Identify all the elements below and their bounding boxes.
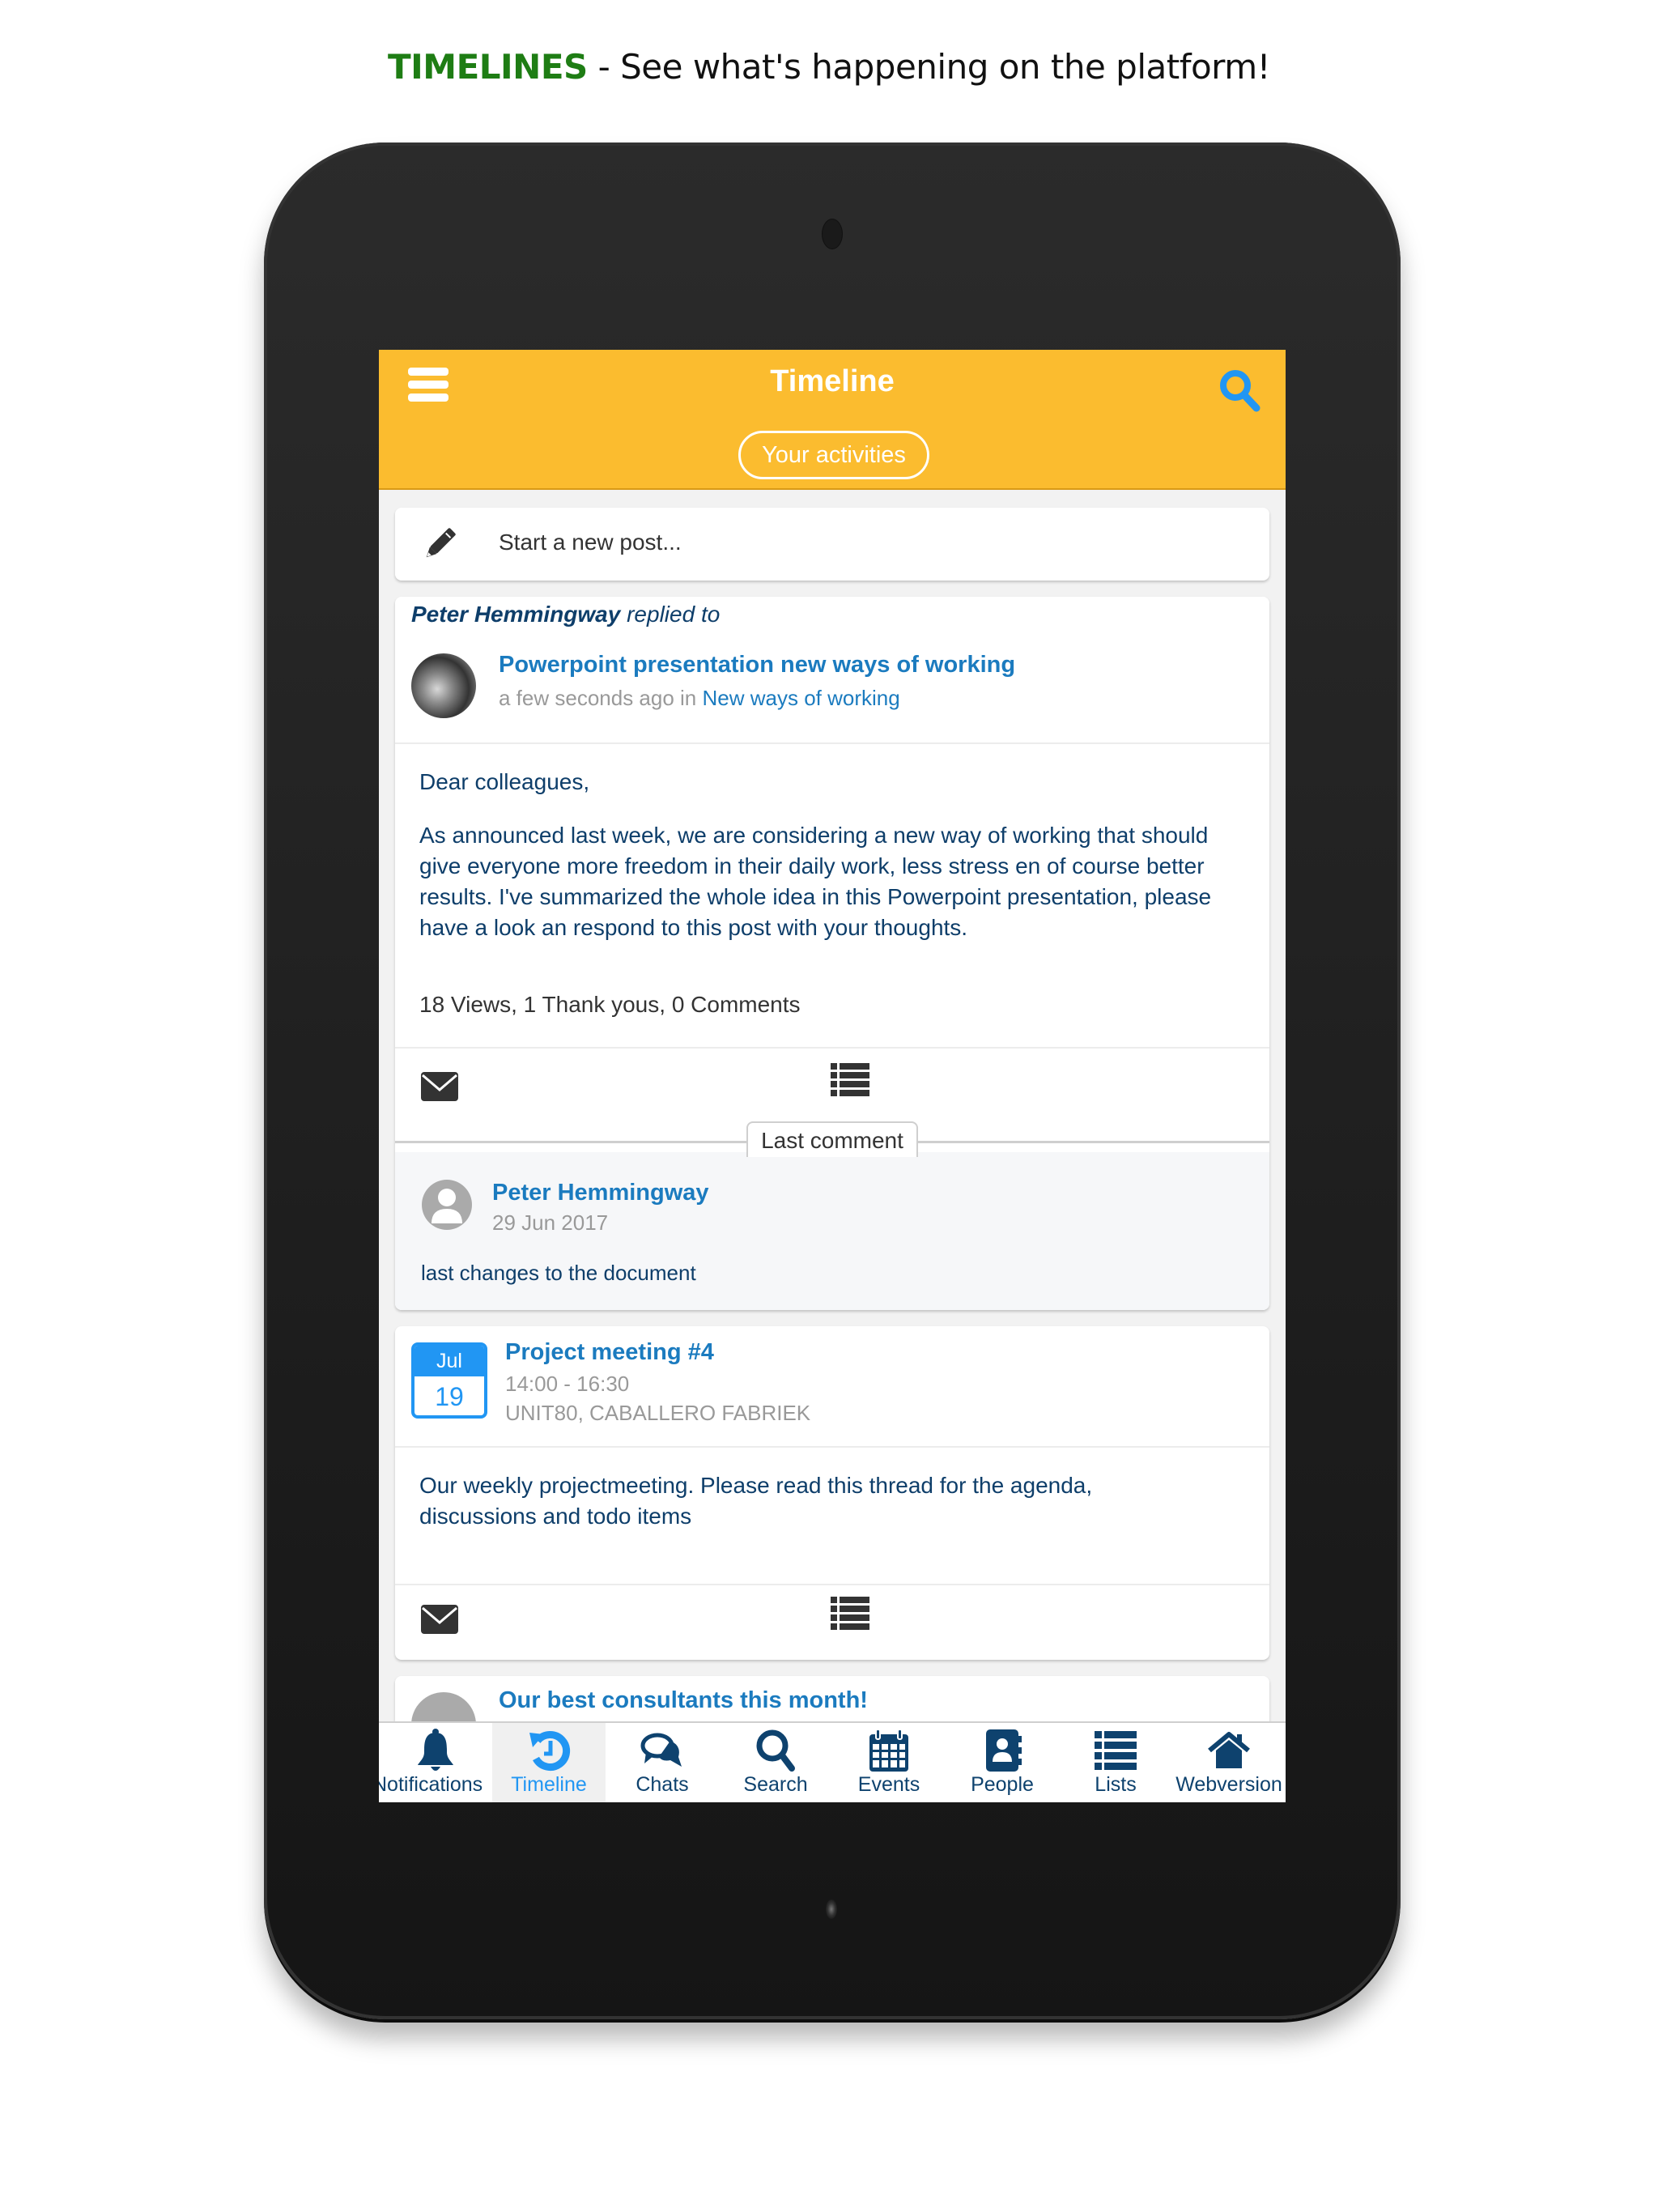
promo-heading: TIMELINES - See what's happening on the …: [0, 47, 1658, 87]
event-body: Our weekly projectmeeting. Please read t…: [419, 1473, 1093, 1529]
divider: [395, 1446, 1269, 1448]
post-card: Peter Hemmingway replied to Powerpoint p…: [395, 597, 1269, 1310]
nav-timeline[interactable]: Timeline: [492, 1723, 606, 1802]
divider: [395, 742, 1269, 744]
post-body: As announced last week, we are consideri…: [419, 823, 1212, 940]
comment-text: last changes to the document: [421, 1261, 696, 1285]
nav-label: Lists: [1095, 1773, 1137, 1796]
sensor-icon: [826, 1899, 837, 1919]
nav-webversion[interactable]: Webversion: [1172, 1723, 1286, 1802]
bell-icon: [418, 1729, 453, 1771]
camera-icon: [822, 219, 843, 249]
nav-label: Search: [743, 1773, 808, 1796]
calendar-icon: [869, 1729, 908, 1772]
nav-chats[interactable]: Chats: [606, 1723, 719, 1802]
nav-label: Events: [857, 1773, 920, 1796]
avatar[interactable]: [411, 653, 476, 718]
chat-bubbles-icon: [640, 1733, 682, 1767]
event-location: UNIT80, CABALLERO FABRIEK: [505, 1401, 811, 1425]
event-month: Jul: [414, 1346, 484, 1376]
post-time: a few seconds ago in: [499, 686, 703, 710]
activity-verb: replied to: [620, 602, 721, 627]
activity-line: Peter Hemmingway replied to: [411, 602, 720, 627]
group-link[interactable]: New ways of working: [703, 686, 900, 710]
search-icon: [756, 1729, 795, 1772]
your-activities-button[interactable]: Your activities: [738, 431, 929, 479]
comment-author[interactable]: Peter Hemmingway: [492, 1180, 709, 1206]
comment-date: 29 Jun 2017: [492, 1210, 609, 1235]
event-time: 14:00 - 16:30: [505, 1372, 630, 1396]
nav-label: Timeline: [511, 1773, 587, 1796]
nav-label: People: [971, 1773, 1034, 1796]
envelope-icon[interactable]: [419, 1603, 460, 1636]
nav-label: Chats: [636, 1773, 689, 1796]
promo-text: - See what's happening on the platform!: [587, 47, 1271, 87]
history-icon: [529, 1731, 571, 1771]
nav-label: Notifications: [379, 1773, 483, 1796]
nav-notifications[interactable]: Notifications: [379, 1723, 492, 1802]
app-screen: Timeline Your activities Start a new pos…: [379, 350, 1286, 1802]
promo-highlight: TIMELINES: [388, 47, 588, 87]
nav-search[interactable]: Search: [719, 1723, 832, 1802]
post-title-link[interactable]: Our best consultants this month!: [499, 1687, 868, 1714]
user-silhouette-icon: [432, 1189, 462, 1223]
event-card: Jul 19 Project meeting #4 14:00 - 16:30 …: [395, 1326, 1269, 1660]
page-title: Timeline: [770, 364, 895, 398]
list-icon: [1095, 1731, 1137, 1770]
home-icon: [1208, 1732, 1250, 1768]
list-icon[interactable]: [831, 1597, 869, 1631]
post-meta: a few seconds ago in New ways of working: [499, 686, 900, 711]
actor-name[interactable]: Peter Hemmingway: [411, 602, 620, 627]
timeline-feed: Start a new post... Peter Hemmingway rep…: [395, 508, 1269, 1789]
nav-label: Webversion: [1175, 1773, 1282, 1796]
search-icon[interactable]: [1218, 366, 1263, 415]
last-comment: Peter Hemmingway 29 Jun 2017 last change…: [395, 1152, 1269, 1310]
post-greeting: Dear colleagues,: [419, 769, 590, 794]
divider: [395, 1584, 1269, 1585]
app-header: Timeline Your activities: [379, 350, 1286, 490]
new-post-card[interactable]: Start a new post...: [395, 508, 1269, 581]
divider: [395, 1047, 1269, 1049]
post-stats: 18 Views, 1 Thank yous, 0 Comments: [419, 992, 801, 1017]
envelope-icon[interactable]: [419, 1070, 460, 1103]
address-book-icon: [986, 1729, 1022, 1772]
event-day: 19: [435, 1382, 464, 1411]
nav-people[interactable]: People: [946, 1723, 1059, 1802]
pencil-icon: [426, 528, 456, 558]
event-title-link[interactable]: Project meeting #4: [505, 1339, 714, 1366]
list-icon[interactable]: [831, 1063, 869, 1097]
last-comment-label: Last comment: [746, 1121, 918, 1157]
post-title-link[interactable]: Powerpoint presentation new ways of work…: [499, 652, 1015, 678]
new-post-label: Start a new post...: [499, 530, 682, 555]
nav-lists[interactable]: Lists: [1059, 1723, 1172, 1802]
calendar-date-badge: Jul 19: [411, 1342, 487, 1419]
bottom-nav: Notifications Timeline Chats Search Even…: [379, 1721, 1286, 1802]
nav-events[interactable]: Events: [832, 1723, 946, 1802]
avatar[interactable]: [422, 1180, 472, 1230]
